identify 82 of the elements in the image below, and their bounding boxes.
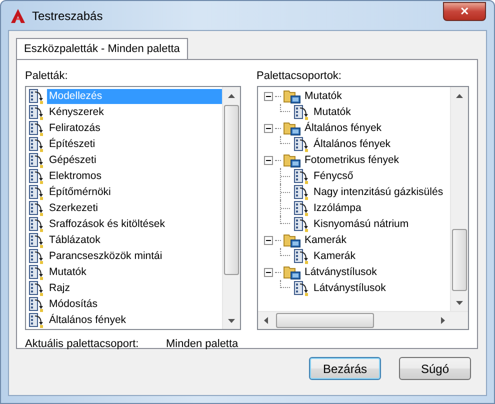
expander-icon[interactable] (264, 268, 272, 276)
palettes-label: Paletták: (25, 70, 69, 83)
tree-group-item[interactable]: Kamerák (302, 232, 349, 248)
palette-item[interactable]: Elektromos (47, 168, 104, 184)
folder-icon (282, 120, 300, 136)
palette-item[interactable]: Táblázatok (47, 232, 102, 248)
palette-icon (292, 216, 308, 232)
palette-item[interactable]: Kényszerek (47, 104, 106, 120)
up-arrow-icon[interactable] (228, 94, 234, 98)
palette-icon (292, 200, 308, 216)
palette-item[interactable]: Építészeti (47, 136, 98, 152)
tab[interactable]: Eszközpaletták - Minden paletta (16, 38, 188, 59)
window-title: Testreszabás (32, 8, 103, 22)
palette-icon (28, 296, 44, 312)
palette-icon (292, 136, 308, 152)
scrollbar-thumb[interactable] (276, 313, 374, 328)
down-arrow-icon[interactable] (228, 318, 234, 322)
scrollbar-thumb[interactable] (224, 105, 238, 275)
dialog-button[interactable]: Bezárás (309, 357, 381, 380)
tree-palette-item[interactable]: Nagy intenzitású gázkisülés (312, 184, 446, 200)
tree-palette-item[interactable]: Látványstílusok (312, 280, 388, 296)
palette-item[interactable]: Gépészeti (47, 152, 98, 168)
palette-icon (28, 184, 44, 200)
tree-group-item[interactable]: Mutatók (302, 88, 344, 104)
expander-icon[interactable] (264, 236, 272, 244)
palette-icon (292, 184, 308, 200)
expander-icon[interactable] (264, 92, 272, 100)
palette-item[interactable]: Általános fények (47, 312, 128, 328)
folder-icon (282, 264, 300, 280)
scrollbar[interactable] (222, 87, 240, 329)
tree-palette-item[interactable]: Fénycső (312, 168, 356, 184)
palette-item[interactable]: Építőmérnöki (47, 184, 113, 200)
palette-icon (28, 88, 44, 104)
palette-icon (292, 168, 308, 184)
palette-item[interactable]: Rajz (47, 280, 72, 296)
palette-icon (28, 136, 44, 152)
tree-group-item[interactable]: Fotometrikus fények (302, 152, 402, 168)
palette-icon (28, 264, 44, 280)
folder-icon (282, 88, 300, 104)
palette-icon (28, 312, 44, 328)
palette-icon (28, 168, 44, 184)
palette-icon (292, 104, 308, 120)
palette-icon (28, 248, 44, 264)
up-arrow-icon[interactable] (456, 94, 463, 98)
palette-icon (28, 152, 44, 168)
palette-item[interactable]: Sraffozások és kitöltések (47, 216, 167, 232)
dialog-button[interactable]: Súgó (399, 357, 471, 380)
tree-palette-item[interactable]: Izzólámpa (312, 200, 364, 216)
folder-icon (282, 152, 300, 168)
expander-icon[interactable] (264, 156, 272, 164)
palette-groups-label: Palettacsoportok: (256, 70, 342, 83)
tree-group-item[interactable]: Általános fények (302, 120, 384, 136)
expander-icon[interactable] (264, 124, 272, 132)
tree-palette-item[interactable]: Kamerák (312, 248, 358, 264)
palette-icon (292, 248, 308, 264)
tree-palette-item[interactable]: Általános fények (312, 136, 393, 152)
palette-icon (28, 104, 44, 120)
left-arrow-icon[interactable] (264, 317, 268, 324)
palette-icon (28, 232, 44, 248)
scrollbar-thumb[interactable] (452, 229, 467, 291)
close-button[interactable]: ✕ (443, 2, 486, 21)
palette-icon (28, 216, 44, 232)
palette-icon (28, 200, 44, 216)
palette-item[interactable]: Szerkezeti (47, 200, 100, 216)
palette-item[interactable]: Mutatók (47, 264, 88, 280)
current-group-label: Aktuális palettacsoport: (25, 338, 140, 350)
down-arrow-icon[interactable] (456, 300, 463, 304)
tree-palette-item[interactable]: Mutatók (312, 104, 353, 120)
palette-icon (292, 280, 308, 296)
current-group-value: Minden paletta (166, 338, 238, 350)
app-logo-icon (10, 8, 26, 24)
palette-icon (28, 120, 44, 136)
tree-palette-item[interactable]: Kisnyomású nátrium (312, 216, 411, 232)
scrollbar[interactable] (450, 87, 468, 311)
tree-group-item[interactable]: Látványstílusok (302, 264, 379, 280)
right-arrow-icon[interactable] (440, 317, 444, 324)
palette-icon (28, 280, 44, 296)
horizontal-scrollbar[interactable] (258, 311, 468, 329)
palette-item[interactable]: Módosítás (47, 296, 100, 312)
palette-item[interactable]: Feliratozás (47, 120, 102, 136)
palette-item[interactable]: Parancseszközök mintái (47, 248, 164, 264)
folder-icon (282, 232, 300, 248)
